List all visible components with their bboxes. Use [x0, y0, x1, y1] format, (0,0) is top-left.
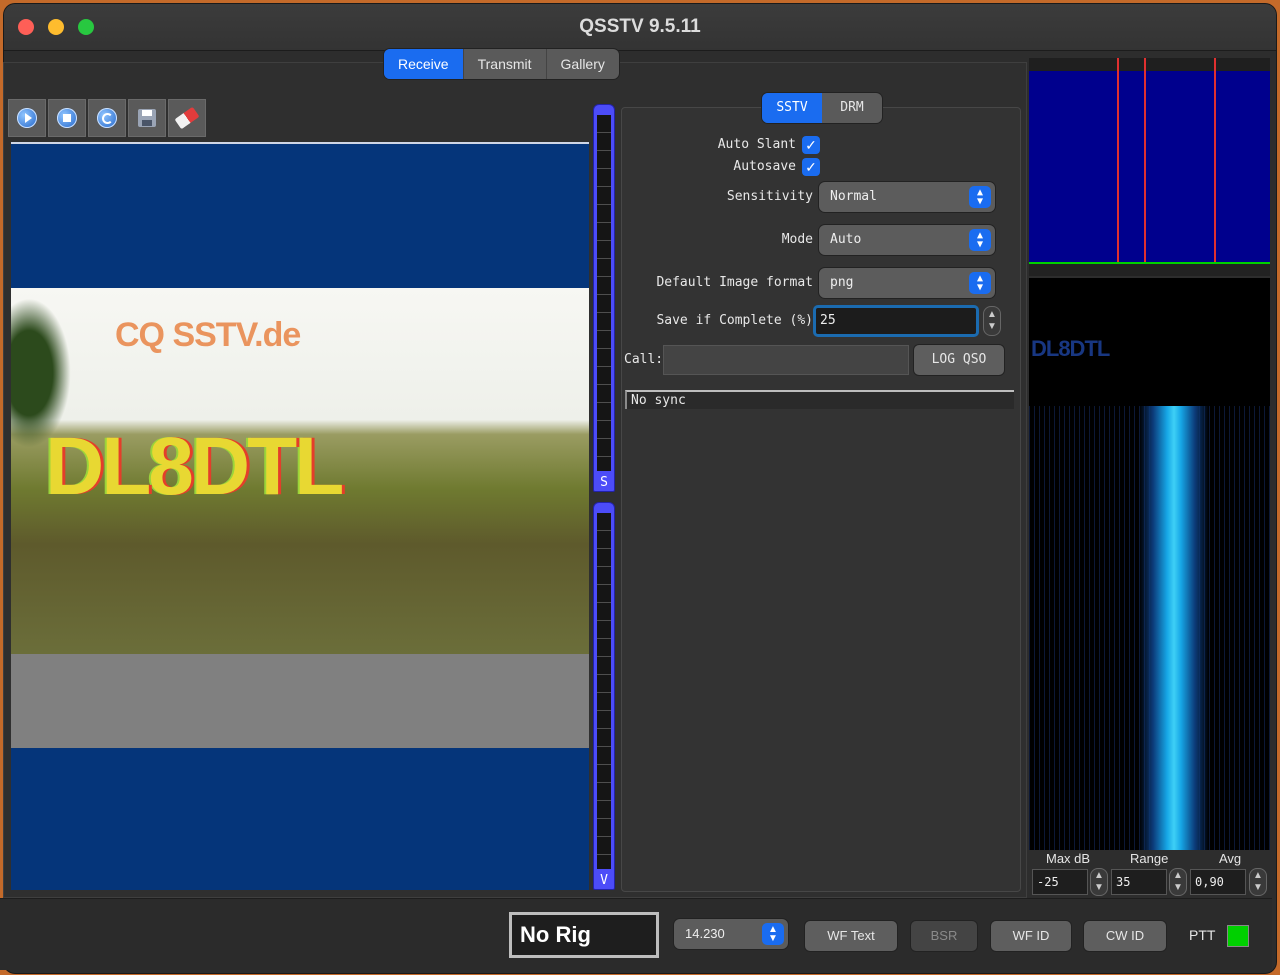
chevron-up-icon: ▲ [1173, 870, 1183, 881]
check-icon: ✓ [805, 137, 817, 153]
spectrum-scale [1029, 264, 1270, 276]
image-format-value: png [830, 275, 854, 290]
range-stepper[interactable]: ▲ ▼ [1169, 868, 1187, 896]
range-label: Range [1130, 851, 1169, 866]
sync-status: No sync [625, 390, 1014, 409]
sync-slider-label: S [600, 475, 608, 490]
chevron-down-icon: ▼ [1253, 882, 1263, 893]
start-button[interactable] [8, 99, 46, 137]
avg-label: Avg [1219, 851, 1242, 866]
chevron-updown-icon: ▲ ▼ [969, 186, 991, 208]
tab-gallery[interactable]: Gallery [547, 49, 619, 79]
auto-slant-checkbox[interactable]: ✓ [802, 136, 820, 154]
title-bar: QSSTV 9.5.11 [4, 4, 1276, 51]
rig-status: No Rig [509, 912, 659, 958]
bsr-button[interactable]: BSR [911, 921, 977, 951]
marker-line [1214, 58, 1216, 276]
ptt-label: PTT [1189, 927, 1216, 943]
receive-toolbar [8, 99, 206, 137]
tab-drm[interactable]: DRM [822, 93, 882, 123]
erase-button[interactable] [168, 99, 206, 137]
resync-button[interactable] [88, 99, 126, 137]
spectrum-display [1029, 58, 1270, 276]
cw-id-button[interactable]: CW ID [1084, 921, 1166, 951]
chevron-up-icon: ▲ [1253, 870, 1263, 881]
max-db-input[interactable]: -25 [1032, 869, 1088, 895]
tab-transmit[interactable]: Transmit [464, 49, 547, 79]
max-db-label: Max dB [1046, 851, 1091, 866]
check-icon: ✓ [805, 159, 817, 175]
refresh-icon [97, 108, 117, 128]
sensitivity-select[interactable]: Normal ▲ ▼ [819, 182, 995, 212]
volume-slider-track[interactable] [597, 513, 611, 869]
chevron-up-icon: ▲ [1094, 870, 1104, 881]
mode-value: Auto [830, 232, 862, 247]
mode-select[interactable]: Auto ▲ ▼ [819, 225, 995, 255]
image-overlay-callsign: DL8DTL [45, 421, 344, 512]
log-qso-button[interactable]: LOG QSO [914, 345, 1004, 375]
sync-slider-track[interactable] [597, 115, 611, 471]
wf-id-button[interactable]: WF ID [991, 921, 1071, 951]
volume-slider[interactable]: V [593, 502, 615, 890]
call-input[interactable] [663, 345, 909, 375]
image-unreceived-band [11, 654, 589, 748]
autosave-label: Autosave [733, 159, 796, 174]
save-complete-stepper[interactable]: ▲ ▼ [983, 306, 1001, 336]
mode-label: Mode [781, 232, 813, 247]
window-title: QSSTV 9.5.11 [579, 16, 701, 37]
avg-input[interactable]: 0,90 [1190, 869, 1246, 895]
marker-line [1117, 58, 1119, 276]
call-label: Call: [624, 352, 664, 367]
chevron-down-icon: ▼ [987, 321, 997, 332]
stop-icon [57, 108, 77, 128]
sync-slider[interactable]: S [593, 104, 615, 492]
waterfall-signal [1139, 406, 1209, 850]
chevron-updown-icon: ▲ ▼ [969, 272, 991, 294]
mode-tabs: SSTV DRM [762, 93, 882, 123]
eraser-icon [174, 106, 200, 130]
save-icon [138, 109, 156, 127]
play-icon [17, 108, 37, 128]
waterfall-overlay-text: DL8DTL [1031, 336, 1110, 361]
tab-receive[interactable]: Receive [384, 49, 464, 79]
frequency-select[interactable]: 14.230 ▲ ▼ [674, 919, 788, 949]
chevron-down-icon: ▼ [1173, 882, 1183, 893]
received-image: CQ SSTV.de DL8DTL [11, 288, 589, 654]
main-tabs: Receive Transmit Gallery [384, 49, 619, 79]
image-format-label: Default Image format [656, 275, 813, 290]
marker-line [1144, 58, 1146, 276]
ptt-indicator [1227, 925, 1249, 947]
tab-sstv[interactable]: SSTV [762, 93, 822, 123]
range-input[interactable]: 35 [1111, 869, 1167, 895]
image-overlay-top: CQ SSTV.de [115, 316, 301, 354]
volume-slider-label: V [600, 873, 608, 888]
chevron-down-icon: ▼ [1094, 882, 1104, 893]
chevron-up-icon: ▲ [987, 309, 997, 320]
max-db-stepper[interactable]: ▲ ▼ [1090, 868, 1108, 896]
wf-text-button[interactable]: WF Text [805, 921, 897, 951]
save-complete-input[interactable]: 25 [813, 305, 979, 337]
sensitivity-label: Sensitivity [726, 189, 813, 204]
avg-stepper[interactable]: ▲ ▼ [1249, 868, 1267, 896]
received-image-area: CQ SSTV.de DL8DTL [11, 142, 589, 890]
sensitivity-value: Normal [830, 189, 877, 204]
stop-button[interactable] [48, 99, 86, 137]
chevron-updown-icon: ▲ ▼ [969, 229, 991, 251]
save-complete-label: Save if Complete (%) [656, 313, 813, 328]
auto-slant-label: Auto Slant [717, 137, 796, 152]
waterfall-display: DL8DTL [1029, 278, 1270, 850]
frequency-value: 14.230 [685, 926, 725, 941]
image-format-select[interactable]: png ▲ ▼ [819, 268, 995, 298]
save-button[interactable] [128, 99, 166, 137]
autosave-checkbox[interactable]: ✓ [802, 158, 820, 176]
chevron-updown-icon: ▲ ▼ [762, 923, 784, 945]
